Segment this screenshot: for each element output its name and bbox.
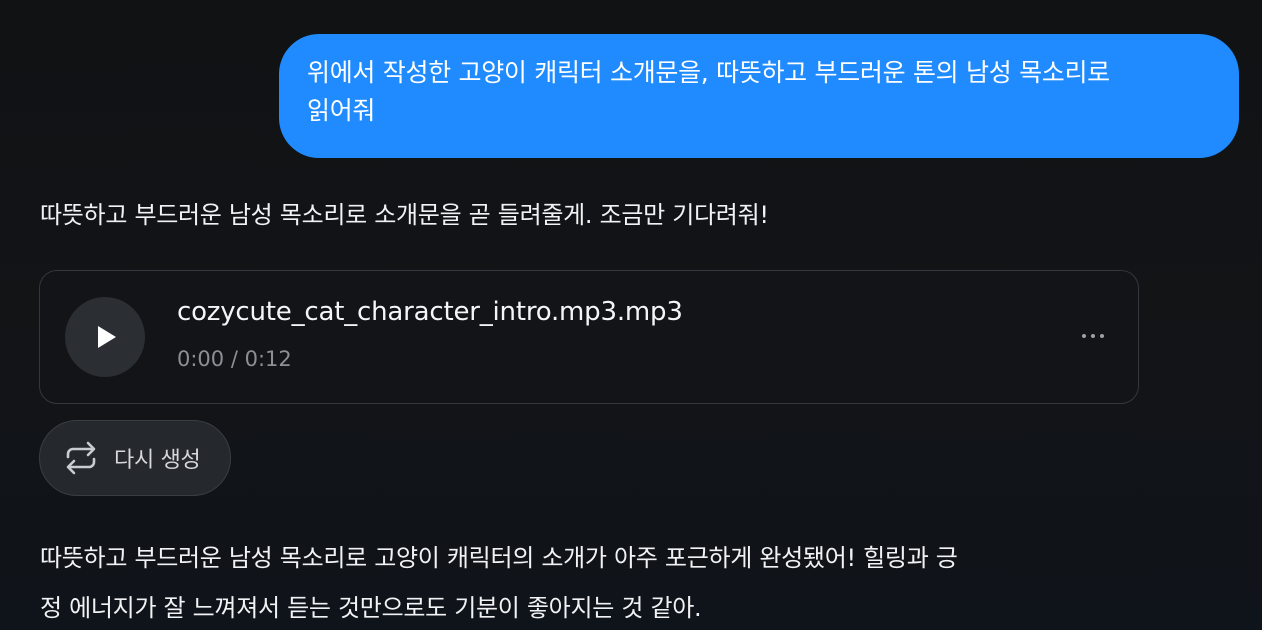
user-message-bubble: 위에서 작성한 고양이 캐릭터 소개문을, 따뜻하고 부드러운 톤의 남성 목소… — [279, 34, 1239, 158]
regenerate-button[interactable]: 다시 생성 — [39, 420, 231, 496]
play-button[interactable] — [65, 297, 145, 377]
regenerate-label: 다시 생성 — [114, 448, 201, 473]
audio-file-name: cozycute_cat_character_intro.mp3.mp3 — [177, 297, 683, 327]
play-icon — [98, 326, 116, 348]
closing-line-1: 따뜻하고 부드러운 남성 목소리로 고양이 캐릭터의 소개가 아주 포근하게 완… — [40, 544, 958, 572]
audio-time-display: 0:00 / 0:12 — [177, 347, 292, 371]
chat-page: 위에서 작성한 고양이 캐릭터 소개문을, 따뜻하고 부드러운 톤의 남성 목소… — [0, 0, 1262, 630]
more-options-button[interactable] — [1078, 321, 1108, 351]
closing-line-2: 정 에너지가 잘 느껴져서 듣는 것만으로도 기분이 좋아지는 것 같아. — [40, 594, 702, 622]
assistant-closing-text: 따뜻하고 부드러운 남성 목소리로 고양이 캐릭터의 소개가 아주 포근하게 완… — [40, 533, 1140, 630]
audio-player-card: cozycute_cat_character_intro.mp3.mp3 0:0… — [39, 270, 1139, 404]
more-icon — [1082, 334, 1104, 338]
assistant-intro-text: 따뜻하고 부드러운 남성 목소리로 소개문을 곧 들려줄게. 조금만 기다려줘! — [40, 201, 769, 229]
repeat-icon — [66, 441, 96, 475]
